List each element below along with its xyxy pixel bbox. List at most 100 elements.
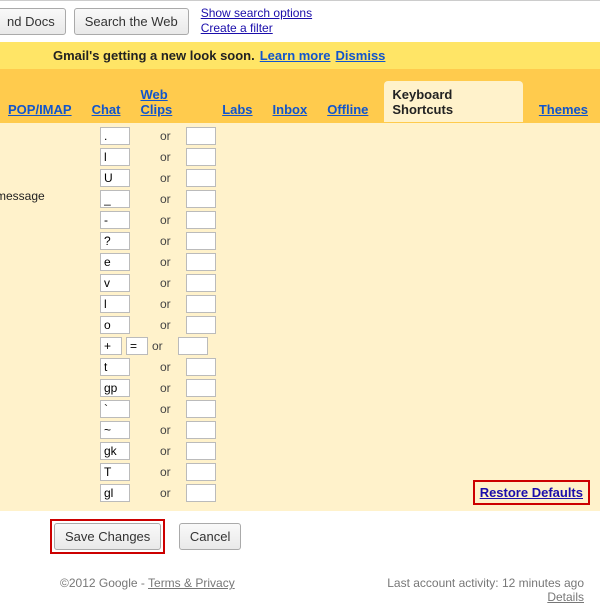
tab-web-clips[interactable]: Web Clips (136, 81, 206, 122)
label-on: on (0, 354, 70, 375)
shortcut-key-secondary[interactable] (186, 295, 216, 313)
tab-chat[interactable]: Chat (88, 96, 125, 122)
shortcut-row: or (100, 461, 216, 482)
or-text: or (160, 234, 174, 248)
shortcut-key-secondary[interactable] (186, 253, 216, 271)
shortcut-rows: orororororororororororororororororor (100, 125, 216, 503)
shortcut-key-secondary[interactable] (186, 211, 216, 229)
tab-labs[interactable]: Labs (218, 96, 256, 122)
shortcut-key-secondary[interactable] (186, 463, 216, 481)
shortcut-row: or (100, 230, 216, 251)
docs-button[interactable]: nd Docs (0, 8, 66, 35)
label-selected-message: cted message (0, 187, 70, 208)
shortcut-row: or (100, 146, 216, 167)
or-text: or (160, 213, 174, 227)
shortcut-key-primary[interactable] (100, 211, 130, 229)
save-bar: Save Changes Cancel (0, 511, 600, 562)
restore-defaults-link[interactable]: Restore Defaults (480, 485, 583, 500)
shortcut-key-primary[interactable] (100, 127, 130, 145)
or-text: or (160, 402, 174, 416)
action-labels: cted message on (0, 187, 70, 375)
shortcut-row: or (100, 314, 216, 335)
shortcut-key-primary-alt[interactable] (126, 337, 148, 355)
shortcut-key-primary[interactable] (100, 295, 130, 313)
terms-privacy-link[interactable]: Terms & Privacy (148, 576, 235, 590)
tab-themes[interactable]: Themes (535, 96, 592, 122)
shortcut-key-primary[interactable] (100, 379, 130, 397)
details-link[interactable]: Details (387, 590, 584, 604)
shortcut-key-primary[interactable] (100, 463, 130, 481)
shortcut-key-secondary[interactable] (186, 400, 216, 418)
shortcut-key-secondary[interactable] (186, 442, 216, 460)
shortcut-key-primary[interactable] (100, 316, 130, 334)
tab-keyboard-shortcuts[interactable]: Keyboard Shortcuts (384, 81, 522, 122)
or-text: or (160, 486, 174, 500)
shortcut-key-primary[interactable] (100, 421, 130, 439)
shortcut-key-primary[interactable] (100, 400, 130, 418)
or-text: or (160, 318, 174, 332)
shortcut-row: or (100, 335, 216, 356)
tab-pop-imap[interactable]: POP/IMAP (4, 96, 76, 122)
shortcut-row: or (100, 419, 216, 440)
shortcut-key-primary[interactable] (100, 337, 122, 355)
shortcut-key-primary[interactable] (100, 484, 130, 502)
create-filter-link[interactable]: Create a filter (201, 21, 312, 36)
shortcut-key-secondary[interactable] (186, 148, 216, 166)
tab-offline[interactable]: Offline (323, 96, 372, 122)
settings-content: cted message on orororororororororororor… (0, 123, 600, 511)
shortcut-key-secondary[interactable] (186, 421, 216, 439)
or-text: or (160, 150, 174, 164)
activity-text: Last account activity: 12 minutes ago (387, 576, 584, 590)
shortcut-key-primary[interactable] (100, 232, 130, 250)
shortcut-row: or (100, 251, 216, 272)
shortcut-row: or (100, 209, 216, 230)
promo-learn-more-link[interactable]: Learn more (260, 48, 331, 63)
footer: ©2012 Google - Terms & Privacy Last acco… (0, 562, 600, 604)
shortcut-key-secondary[interactable] (186, 190, 216, 208)
show-search-options-link[interactable]: Show search options (201, 6, 312, 21)
save-highlight-box: Save Changes (50, 519, 165, 554)
shortcut-row: or (100, 188, 216, 209)
shortcut-row: or (100, 293, 216, 314)
shortcut-row: or (100, 356, 216, 377)
shortcut-key-primary[interactable] (100, 190, 130, 208)
or-text: or (160, 381, 174, 395)
search-links: Show search options Create a filter (201, 6, 312, 36)
shortcut-row: or (100, 377, 216, 398)
or-text: or (160, 171, 174, 185)
save-changes-button[interactable]: Save Changes (54, 523, 161, 550)
search-web-button[interactable]: Search the Web (74, 8, 189, 35)
or-text: or (160, 465, 174, 479)
copyright-text: ©2012 Google - (60, 576, 148, 590)
or-text: or (160, 192, 174, 206)
shortcut-row: or (100, 440, 216, 461)
tab-inbox[interactable]: Inbox (269, 96, 312, 122)
shortcut-key-primary[interactable] (100, 253, 130, 271)
or-text: or (160, 360, 174, 374)
shortcut-key-primary[interactable] (100, 274, 130, 292)
shortcut-key-secondary[interactable] (186, 484, 216, 502)
shortcut-key-secondary[interactable] (186, 169, 216, 187)
shortcut-key-secondary[interactable] (186, 127, 216, 145)
shortcut-row: or (100, 272, 216, 293)
shortcut-key-primary[interactable] (100, 358, 130, 376)
shortcut-key-primary[interactable] (100, 442, 130, 460)
shortcut-row: or (100, 125, 216, 146)
promo-text: Gmail's getting a new look soon. (53, 48, 255, 63)
shortcut-key-secondary[interactable] (186, 316, 216, 334)
shortcut-key-primary[interactable] (100, 148, 130, 166)
promo-dismiss-link[interactable]: Dismiss (336, 48, 386, 63)
top-toolbar: nd Docs Search the Web Show search optio… (0, 0, 600, 42)
shortcut-key-secondary[interactable] (186, 274, 216, 292)
shortcut-key-secondary[interactable] (186, 358, 216, 376)
shortcut-row: or (100, 167, 216, 188)
shortcut-row: or (100, 398, 216, 419)
or-text: or (160, 276, 174, 290)
or-text: or (160, 255, 174, 269)
shortcut-key-secondary[interactable] (186, 232, 216, 250)
shortcut-key-primary[interactable] (100, 169, 130, 187)
cancel-button[interactable]: Cancel (179, 523, 241, 550)
shortcut-key-secondary[interactable] (186, 379, 216, 397)
shortcut-key-secondary[interactable] (178, 337, 208, 355)
or-text: or (160, 297, 174, 311)
